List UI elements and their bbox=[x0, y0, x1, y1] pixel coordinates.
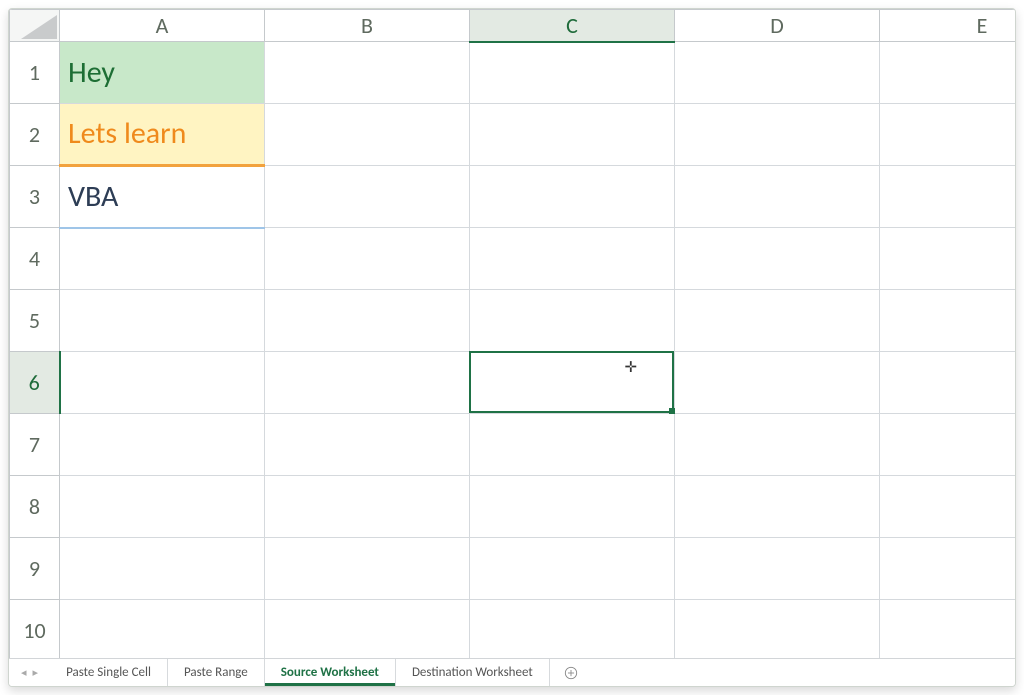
sheet-tab-paste-single-cell[interactable]: Paste Single Cell bbox=[50, 659, 168, 686]
cell-D5[interactable] bbox=[675, 290, 880, 352]
sheet-nav: ◂ ▸ bbox=[9, 659, 50, 686]
cell-C9[interactable] bbox=[470, 538, 675, 600]
col-header-B[interactable]: B bbox=[265, 10, 470, 42]
grid-area[interactable]: A B C D E 1 Hey 2 Lets lea bbox=[9, 9, 1015, 658]
cell-C5[interactable] bbox=[470, 290, 675, 352]
cell-B6[interactable] bbox=[265, 352, 470, 414]
row-header-8[interactable]: 8 bbox=[10, 476, 60, 538]
row-header-7[interactable]: 7 bbox=[10, 414, 60, 476]
row-header-6[interactable]: 6 bbox=[10, 352, 60, 414]
cell-B10[interactable] bbox=[265, 600, 470, 659]
cell-E8[interactable] bbox=[880, 476, 1016, 538]
cell-A7[interactable] bbox=[60, 414, 265, 476]
spreadsheet-grid[interactable]: A B C D E 1 Hey 2 Lets lea bbox=[9, 9, 1015, 658]
col-header-A[interactable]: A bbox=[60, 10, 265, 42]
cell-B1[interactable] bbox=[265, 42, 470, 104]
cell-C10[interactable] bbox=[470, 600, 675, 659]
col-header-C[interactable]: C bbox=[470, 10, 675, 42]
cell-D2[interactable] bbox=[675, 104, 880, 166]
cell-D10[interactable] bbox=[675, 600, 880, 659]
cell-A10[interactable] bbox=[60, 600, 265, 659]
cell-C4[interactable] bbox=[470, 228, 675, 290]
sheet-nav-next-icon[interactable]: ▸ bbox=[33, 666, 39, 679]
cell-E10[interactable] bbox=[880, 600, 1016, 659]
cell-A4[interactable] bbox=[60, 228, 265, 290]
cell-B8[interactable] bbox=[265, 476, 470, 538]
cell-D3[interactable] bbox=[675, 166, 880, 228]
sheet-nav-prev-icon[interactable]: ◂ bbox=[21, 666, 27, 679]
cell-A5[interactable] bbox=[60, 290, 265, 352]
row-header-4[interactable]: 4 bbox=[10, 228, 60, 290]
cell-E2[interactable] bbox=[880, 104, 1016, 166]
row-header-5[interactable]: 5 bbox=[10, 290, 60, 352]
cell-D1[interactable] bbox=[675, 42, 880, 104]
plus-circle-icon bbox=[564, 666, 578, 680]
cell-E1[interactable] bbox=[880, 42, 1016, 104]
cell-C1[interactable] bbox=[470, 42, 675, 104]
cell-E3[interactable] bbox=[880, 166, 1016, 228]
cell-A2[interactable]: Lets learn bbox=[60, 104, 265, 166]
sheet-tab-bar: ◂ ▸ Paste Single Cell Paste Range Source… bbox=[9, 658, 1015, 686]
cell-A6[interactable] bbox=[60, 352, 265, 414]
cell-A1[interactable]: Hey bbox=[60, 42, 265, 104]
row-header-1[interactable]: 1 bbox=[10, 42, 60, 104]
cell-C7[interactable] bbox=[470, 414, 675, 476]
spreadsheet-window: A B C D E 1 Hey 2 Lets lea bbox=[8, 8, 1016, 687]
cell-D7[interactable] bbox=[675, 414, 880, 476]
select-all-corner[interactable] bbox=[10, 10, 60, 42]
col-header-E[interactable]: E bbox=[880, 10, 1016, 42]
cell-E5[interactable] bbox=[880, 290, 1016, 352]
cell-D4[interactable] bbox=[675, 228, 880, 290]
cell-E6[interactable] bbox=[880, 352, 1016, 414]
cell-C3[interactable] bbox=[470, 166, 675, 228]
cell-C6[interactable] bbox=[470, 352, 675, 414]
cell-D6[interactable] bbox=[675, 352, 880, 414]
cell-A3[interactable]: VBA bbox=[60, 166, 265, 228]
cell-C2[interactable] bbox=[470, 104, 675, 166]
cell-E9[interactable] bbox=[880, 538, 1016, 600]
cell-A8[interactable] bbox=[60, 476, 265, 538]
sheet-tab-destination-worksheet[interactable]: Destination Worksheet bbox=[396, 659, 550, 686]
col-header-D[interactable]: D bbox=[675, 10, 880, 42]
row-header-2[interactable]: 2 bbox=[10, 104, 60, 166]
cell-A9[interactable] bbox=[60, 538, 265, 600]
cell-D9[interactable] bbox=[675, 538, 880, 600]
add-sheet-button[interactable] bbox=[550, 659, 592, 686]
cell-B7[interactable] bbox=[265, 414, 470, 476]
cell-D8[interactable] bbox=[675, 476, 880, 538]
row-header-3[interactable]: 3 bbox=[10, 166, 60, 228]
cell-C8[interactable] bbox=[470, 476, 675, 538]
cell-B3[interactable] bbox=[265, 166, 470, 228]
cell-B9[interactable] bbox=[265, 538, 470, 600]
row-header-10[interactable]: 10 bbox=[10, 600, 60, 659]
cell-E4[interactable] bbox=[880, 228, 1016, 290]
sheet-tab-paste-range[interactable]: Paste Range bbox=[168, 659, 265, 686]
sheet-tab-source-worksheet[interactable]: Source Worksheet bbox=[265, 659, 396, 686]
cell-B4[interactable] bbox=[265, 228, 470, 290]
cell-B2[interactable] bbox=[265, 104, 470, 166]
row-header-9[interactable]: 9 bbox=[10, 538, 60, 600]
cell-E7[interactable] bbox=[880, 414, 1016, 476]
cell-B5[interactable] bbox=[265, 290, 470, 352]
